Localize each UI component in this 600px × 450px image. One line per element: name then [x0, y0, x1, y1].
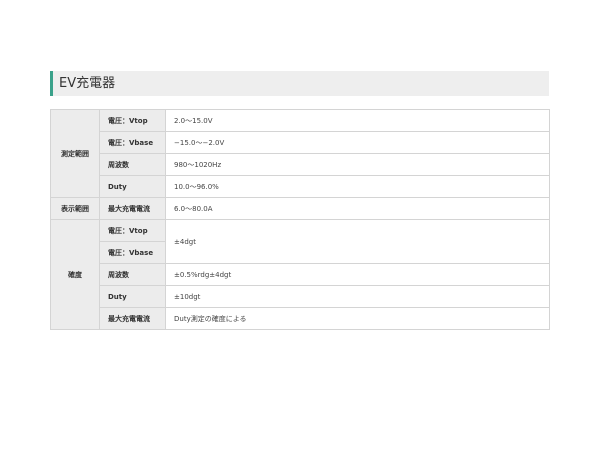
- category-accuracy: 確度: [50, 219, 100, 330]
- table-row: 周波数 ±0.5%rdg±4dgt: [51, 263, 550, 286]
- table-row: 周波数 980〜1020Hz: [51, 153, 550, 176]
- row-value: 2.0〜15.0V: [165, 109, 550, 132]
- row-label: 電圧：Vbase: [99, 131, 166, 154]
- category-measurement-range: 測定範囲: [50, 109, 100, 198]
- row-label: 最大充電電流: [99, 307, 166, 330]
- row-value: 10.0〜96.0%: [165, 175, 550, 198]
- row-label: 電圧：Vtop: [99, 109, 166, 132]
- row-value: Duty測定の確度による: [165, 307, 550, 330]
- row-value: 980〜1020Hz: [165, 153, 550, 176]
- category-display-range: 表示範囲: [50, 197, 100, 220]
- table-row: Duty 10.0〜96.0%: [51, 175, 550, 198]
- spec-table: 測定範囲 電圧：Vtop 2.0〜15.0V 電圧：Vbase −15.0〜−2…: [50, 109, 550, 330]
- row-label: 周波数: [99, 153, 166, 176]
- table-row: 電圧：Vbase −15.0〜−2.0V: [51, 131, 550, 154]
- table-row: 確度 電圧：Vtop ±4dgt: [50, 219, 550, 330]
- row-label: Duty: [99, 175, 166, 198]
- row-label: 電圧：Vbase: [99, 241, 166, 264]
- row-label: Duty: [99, 285, 166, 308]
- row-value: ±10dgt: [165, 285, 550, 308]
- row-value: −15.0〜−2.0V: [165, 131, 550, 154]
- section-header: EV充電器: [50, 71, 549, 96]
- table-row: 最大充電電流 Duty測定の確度による: [51, 307, 550, 330]
- row-value: 6.0〜80.0A: [165, 197, 550, 220]
- table-row: 測定範囲 電圧：Vtop 2.0〜15.0V: [50, 109, 550, 198]
- row-value: ±4dgt: [165, 219, 550, 264]
- table-row: 表示範囲 最大充電電流 6.0〜80.0A: [50, 197, 550, 220]
- table-row: Duty ±10dgt: [51, 285, 550, 308]
- row-value: ±0.5%rdg±4dgt: [165, 263, 550, 286]
- row-label: 電圧：Vtop: [99, 219, 166, 242]
- section-title: EV充電器: [59, 76, 116, 91]
- row-label: 最大充電電流: [99, 197, 166, 220]
- row-label: 周波数: [99, 263, 166, 286]
